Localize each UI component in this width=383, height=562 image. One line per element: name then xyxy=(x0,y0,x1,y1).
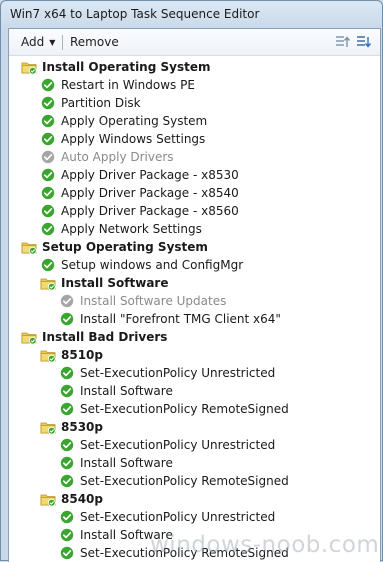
tree-item-label: Apply Driver Package - x8530 xyxy=(61,168,239,182)
tree-step-row[interactable]: Install Software xyxy=(59,382,173,400)
add-button-label: Add xyxy=(21,35,45,49)
tree-step-row[interactable]: Set-ExecutionPolicy Unrestricted xyxy=(59,508,275,526)
folder-icon xyxy=(21,329,37,345)
check-icon xyxy=(40,257,56,273)
tree-step-row[interactable]: Apply Operating System xyxy=(40,112,207,130)
folder-icon xyxy=(40,275,56,291)
remove-button[interactable]: Remove xyxy=(70,34,119,50)
folder-icon xyxy=(21,59,37,75)
folder-icon xyxy=(40,491,56,507)
tree-step-row[interactable]: Restart in Windows PE xyxy=(40,76,195,94)
check-icon xyxy=(59,455,75,471)
check-icon xyxy=(40,203,56,219)
tree-item-label: Set-ExecutionPolicy RemoteSigned xyxy=(80,474,289,488)
tree-item-label: Set-ExecutionPolicy RemoteSigned xyxy=(80,546,289,560)
tree-step-row[interactable]: Set-ExecutionPolicy RemoteSigned xyxy=(59,544,289,562)
tree-item-label: 8540p xyxy=(61,492,103,506)
toolbar: Add ▼ Remove xyxy=(9,29,380,56)
tree-step-row[interactable]: Set-ExecutionPolicy Unrestricted xyxy=(59,364,275,382)
tree-step-row[interactable]: Apply Network Settings xyxy=(40,220,202,238)
check-icon xyxy=(59,545,75,561)
tree-item-label: Apply Driver Package - x8540 xyxy=(61,186,239,200)
tree-group-row[interactable]: Install Software xyxy=(40,274,168,292)
tree-step-row[interactable]: Setup windows and ConfigMgr xyxy=(40,256,243,274)
tree-step-row[interactable]: Install Software xyxy=(59,454,173,472)
tree-step-row[interactable]: Install "Forefront TMG Client x64" xyxy=(59,310,281,328)
tree-step-row[interactable]: Partition Disk xyxy=(40,94,141,112)
check-icon xyxy=(40,131,56,147)
tree-item-label: Setup windows and ConfigMgr xyxy=(61,258,244,272)
tree-item-label: Restart in Windows PE xyxy=(61,78,195,92)
tree-step-row[interactable]: Set-ExecutionPolicy RemoteSigned xyxy=(59,400,289,418)
tree-item-label: Apply Operating System xyxy=(61,114,208,128)
tree-item-label: Apply Network Settings xyxy=(61,222,202,236)
chevron-down-icon: ▼ xyxy=(49,37,56,47)
check-icon xyxy=(40,95,56,111)
tree-item-label: Set-ExecutionPolicy RemoteSigned xyxy=(80,402,289,416)
check-icon xyxy=(59,401,75,417)
tree-group-row[interactable]: Install Bad Drivers xyxy=(21,328,167,346)
folder-icon xyxy=(21,239,37,255)
tree-item-label: Install Software xyxy=(61,276,169,290)
check-icon xyxy=(40,221,56,237)
check-icon xyxy=(59,311,75,327)
window-title: Win7 x64 to Laptop Task Sequence Editor xyxy=(10,7,260,21)
move-up-button[interactable] xyxy=(335,34,352,50)
tree-step-row[interactable]: Auto Apply Drivers xyxy=(40,148,174,166)
check-icon xyxy=(59,509,75,525)
tree-item-label: Apply Windows Settings xyxy=(61,132,206,146)
move-up-icon xyxy=(336,36,351,47)
tree-step-row[interactable]: Apply Windows Settings xyxy=(40,130,205,148)
tree-item-label: Install Bad Drivers xyxy=(42,330,168,344)
tree-step-row[interactable]: Set-ExecutionPolicy Unrestricted xyxy=(59,436,275,454)
folder-icon xyxy=(40,419,56,435)
tree-item-label: Partition Disk xyxy=(61,96,141,110)
tree-item-label: Set-ExecutionPolicy Unrestricted xyxy=(80,366,276,380)
toolbar-separator xyxy=(62,35,63,50)
check-icon xyxy=(59,473,75,489)
add-menu-button[interactable]: Add ▼ xyxy=(21,34,55,50)
check-icon xyxy=(40,77,56,93)
tree-item-label: 8530p xyxy=(61,420,103,434)
tree-step-row[interactable]: Set-ExecutionPolicy RemoteSigned xyxy=(59,472,289,490)
disabled-check-icon xyxy=(59,293,75,309)
check-icon xyxy=(59,383,75,399)
tree-step-row[interactable]: Apply Driver Package - x8530 xyxy=(40,166,239,184)
tree-item-label: Install Software xyxy=(80,456,173,470)
tree-step-row[interactable]: Install Software Updates xyxy=(59,292,226,310)
check-icon xyxy=(59,527,75,543)
check-icon xyxy=(59,437,75,453)
check-icon xyxy=(59,365,75,381)
move-down-button[interactable] xyxy=(356,34,373,50)
tree-step-row[interactable]: Apply Driver Package - x8540 xyxy=(40,184,239,202)
tree-item-label: Auto Apply Drivers xyxy=(61,150,174,164)
tree-item-label: Install Software Updates xyxy=(80,294,227,308)
tree-item-label: Set-ExecutionPolicy Unrestricted xyxy=(80,438,276,452)
check-icon xyxy=(40,113,56,129)
editor-window: Win7 x64 to Laptop Task Sequence Editor … xyxy=(0,0,383,562)
check-icon xyxy=(40,167,56,183)
tree-group-row[interactable]: 8530p xyxy=(40,418,103,436)
check-icon xyxy=(40,185,56,201)
tree-group-row[interactable]: 8510p xyxy=(40,346,103,364)
tree-item-label: Install "Forefront TMG Client x64" xyxy=(80,312,281,326)
tree-step-row[interactable]: Apply Driver Package - x8560 xyxy=(40,202,239,220)
tree-step-row[interactable]: Install Software xyxy=(59,526,173,544)
tree-group-row[interactable]: Install Operating System xyxy=(21,58,210,76)
tree-group-row[interactable]: Setup Operating System xyxy=(21,238,208,256)
move-down-icon xyxy=(357,36,372,48)
disabled-check-icon xyxy=(40,149,56,165)
tree-item-label: Install Software xyxy=(80,384,173,398)
folder-icon xyxy=(40,347,56,363)
tree-item-label: Install Operating System xyxy=(42,60,211,74)
tree-item-label: Install Software xyxy=(80,528,173,542)
tree-item-label: Setup Operating System xyxy=(42,240,208,254)
tree-item-label: Set-ExecutionPolicy Unrestricted xyxy=(80,510,276,524)
tree-item-label: 8510p xyxy=(61,348,103,362)
editor-client-area: Add ▼ Remove Install Operating System Re… xyxy=(8,28,381,562)
tree-group-row[interactable]: 8540p xyxy=(40,490,103,508)
tree-item-label: Apply Driver Package - x8560 xyxy=(61,204,239,218)
